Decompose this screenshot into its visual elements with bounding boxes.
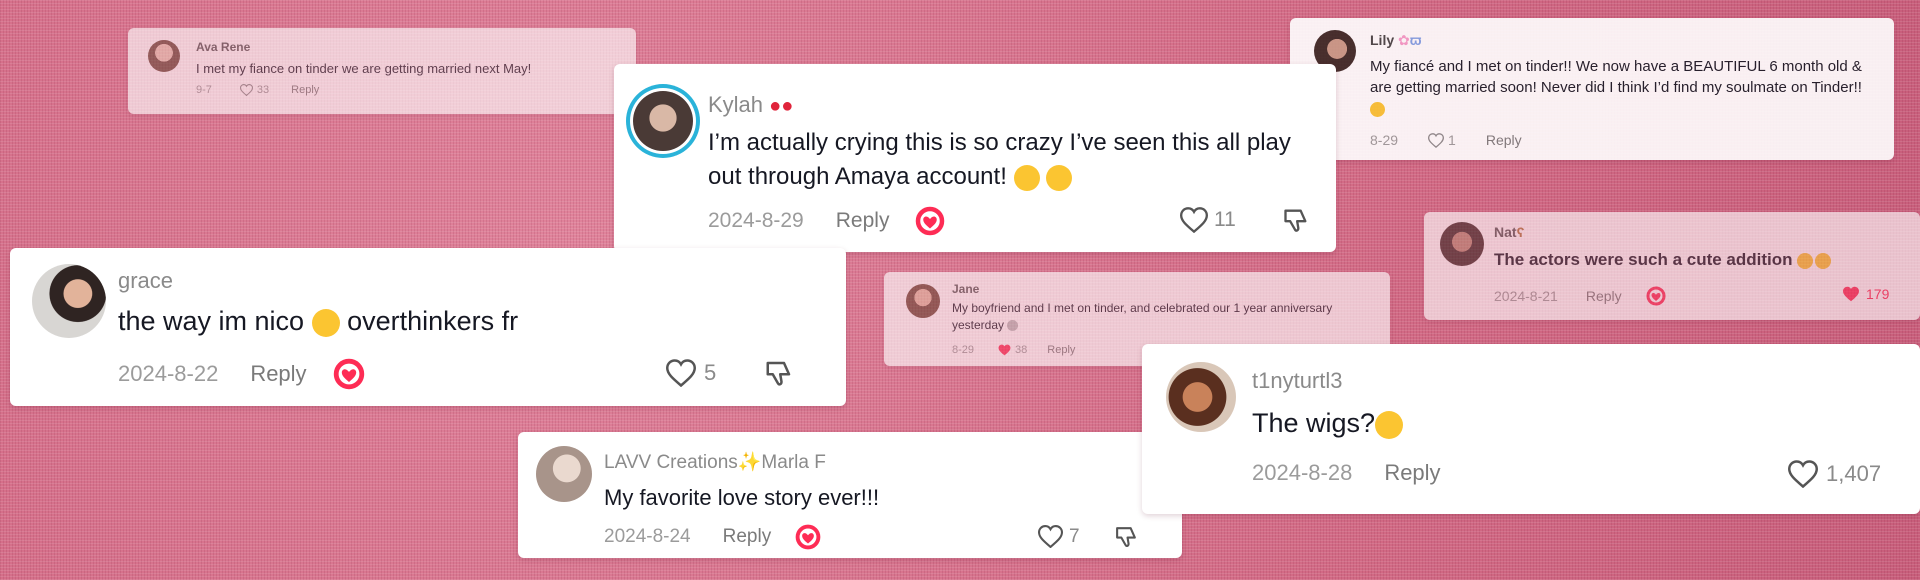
- comment-card-grace: grace the way im nico overthinkers fr 20…: [10, 248, 846, 406]
- comment-date: 2024-8-28: [1252, 460, 1353, 485]
- reply-button[interactable]: Reply: [1047, 344, 1075, 356]
- heart-icon[interactable]: [998, 344, 1011, 356]
- comment-text: I’m actually crying this is so crazy I’v…: [708, 129, 1291, 191]
- comment-date: 2024-8-22: [118, 361, 219, 386]
- like-count: 1: [1448, 132, 1456, 148]
- avatar[interactable]: [1166, 362, 1236, 432]
- comment-card-kylah: Kylah ●● I’m actually crying this is so …: [614, 64, 1336, 252]
- smile-emoji: [1007, 320, 1019, 332]
- heart-icon[interactable]: [1842, 286, 1860, 302]
- comment-username[interactable]: LAVV Creations✨Marla F: [604, 450, 826, 474]
- heart-icon[interactable]: [239, 84, 253, 96]
- comment-text: I met my fiance on tinder we are getting…: [196, 61, 532, 76]
- comment-username[interactable]: Natʕ: [1494, 224, 1524, 240]
- like-count: 33: [256, 84, 270, 96]
- comment-text: the way im nico overthinkers fr: [118, 306, 519, 337]
- comment-card-t1nyturtl3: t1nyturtl3 The wigs? 2024-8-28 Reply 1,4…: [1142, 344, 1920, 514]
- comment-card-nat: Natʕ The actors were such a cute additio…: [1424, 212, 1920, 320]
- reply-button[interactable]: Reply: [836, 209, 890, 233]
- like-group: 7: [1038, 524, 1139, 549]
- reply-button[interactable]: Reply: [723, 526, 772, 548]
- reply-button[interactable]: Reply: [1486, 132, 1522, 148]
- avatar[interactable]: [536, 446, 592, 502]
- dislike-icon[interactable]: [1282, 206, 1310, 234]
- comment-username[interactable]: t1nyturtl3: [1252, 368, 1343, 394]
- like-count: 1,407: [1826, 461, 1882, 486]
- comment-date: 2024-8-29: [708, 209, 804, 232]
- reply-button[interactable]: Reply: [250, 361, 306, 387]
- creator-liked-icon: [915, 206, 945, 236]
- dislike-icon[interactable]: [764, 358, 794, 388]
- comment-username[interactable]: Kylah ●●: [708, 92, 793, 118]
- pleading-emoji: [1046, 164, 1073, 191]
- comment-date: 8-29: [952, 344, 975, 356]
- comment-meta: 2024-8-21 Reply: [1494, 286, 1666, 306]
- crying-emoji: [311, 308, 340, 337]
- comment-meta: 2024-8-28 Reply: [1252, 460, 1441, 486]
- comment-username[interactable]: Ava Rene: [196, 40, 250, 54]
- cherry-emoji: ●●: [769, 95, 794, 117]
- avatar[interactable]: [1440, 222, 1484, 266]
- avatar[interactable]: [906, 284, 940, 318]
- comment-meta: 8-29 1 Reply: [1370, 132, 1522, 148]
- like-group: 5: [666, 358, 794, 388]
- comment-meta: 8-29 38 Reply: [952, 344, 1075, 356]
- pleading-emoji: [1013, 164, 1040, 191]
- comment-text: The wigs?: [1252, 404, 1404, 442]
- heart-icon[interactable]: [666, 359, 696, 387]
- comment-username[interactable]: Lily ✿ϖ: [1370, 32, 1422, 49]
- bow-emoji: ϖ: [1409, 32, 1422, 48]
- crying-emoji: [1815, 252, 1832, 269]
- comment-card-lily: Lily ✿ϖ My fiancé and I met on tinder!! …: [1290, 18, 1894, 160]
- creator-liked-icon: [795, 524, 821, 550]
- heart-icon[interactable]: [1038, 525, 1063, 548]
- comment-meta: 2024-8-29 Reply: [708, 206, 945, 236]
- like-count: 11: [1214, 208, 1236, 231]
- reply-button[interactable]: Reply: [1586, 288, 1622, 304]
- reply-button[interactable]: Reply: [291, 84, 319, 96]
- comment-text: The actors were such a cute addition: [1494, 248, 1832, 272]
- avatar[interactable]: [148, 40, 180, 72]
- comment-username[interactable]: grace: [118, 268, 173, 294]
- like-group: 179: [1842, 286, 1889, 302]
- crying-emoji: [1375, 410, 1404, 439]
- like-count: 38: [1015, 344, 1028, 356]
- like-group: 1,407: [1788, 460, 1881, 488]
- comment-card-lavv: LAVV Creations✨Marla F My favorite love …: [518, 432, 1182, 558]
- comment-date: 2024-8-21: [1494, 288, 1558, 304]
- heart-icon[interactable]: [1428, 132, 1445, 148]
- comment-text: My favorite love story ever!!!: [604, 485, 880, 510]
- comment-date: 2024-8-24: [604, 526, 691, 547]
- comment-date: 8-29: [1370, 132, 1399, 148]
- comment-meta: 2024-8-24 Reply: [604, 524, 821, 550]
- like-count: 5: [704, 360, 717, 385]
- reply-button[interactable]: Reply: [1384, 460, 1440, 486]
- like-count: 179: [1866, 286, 1890, 302]
- heart-icon[interactable]: [1180, 207, 1208, 233]
- avatar[interactable]: [32, 264, 106, 338]
- dislike-icon[interactable]: [1114, 524, 1139, 549]
- comment-date: 9-7: [196, 84, 212, 96]
- avatar[interactable]: [626, 84, 700, 158]
- flower-emoji: ✿: [1398, 32, 1410, 48]
- like-count: 7: [1069, 525, 1080, 547]
- comment-username[interactable]: Jane: [952, 282, 979, 296]
- creator-liked-icon: [1646, 286, 1666, 306]
- comment-text: My fiancé and I met on tinder!! We now h…: [1370, 56, 1870, 120]
- comment-text: My boyfriend and I met on tinder, and ce…: [952, 301, 1333, 333]
- creator-liked-icon: [333, 358, 365, 390]
- crying-emoji: [1797, 252, 1814, 269]
- bear-emoji: ʕ: [1516, 224, 1525, 240]
- comment-meta: 2024-8-22 Reply: [118, 358, 365, 390]
- smiling-hearts-emoji: [1370, 102, 1385, 118]
- comment-card-ava-rene: Ava Rene I met my fiance on tinder we ar…: [128, 28, 636, 114]
- comment-meta: 9-7 33 Reply: [196, 84, 319, 96]
- like-group: 11: [1180, 206, 1310, 234]
- heart-icon[interactable]: [1788, 460, 1818, 488]
